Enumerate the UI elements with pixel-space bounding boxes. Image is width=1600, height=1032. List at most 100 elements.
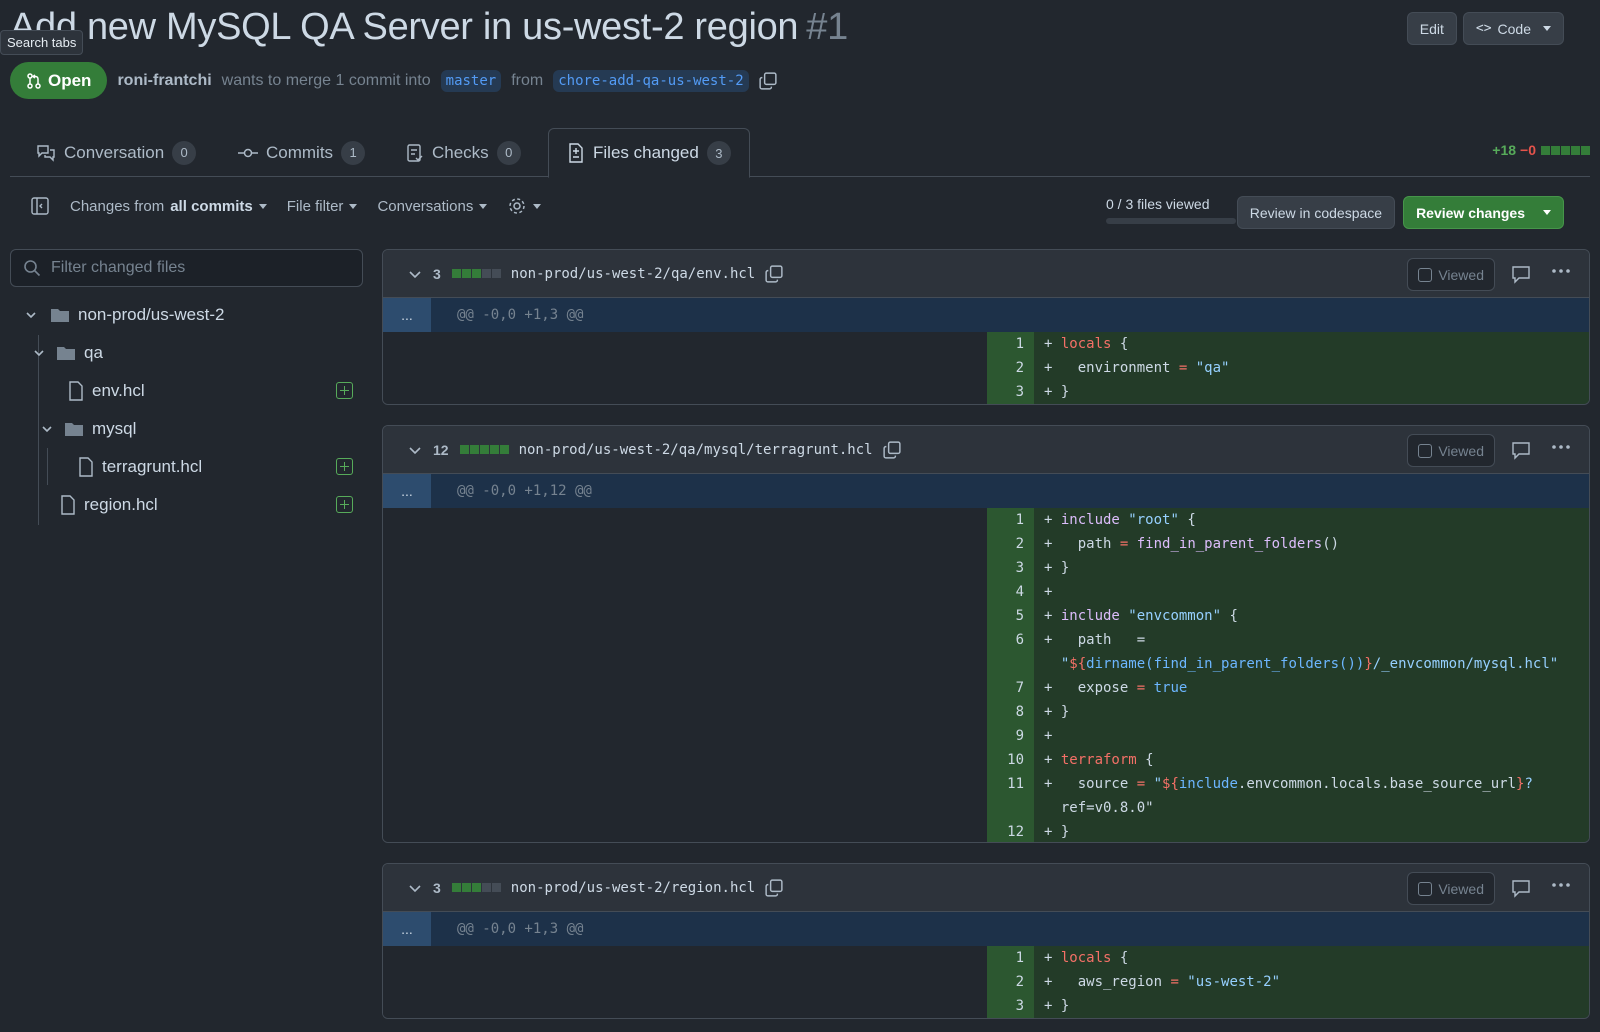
viewed-checkbox[interactable]: Viewed: [1407, 872, 1495, 905]
diff-line: 11 + source = "${include.envcommon.locals…: [987, 772, 1589, 796]
commit-icon: [238, 148, 258, 157]
expand-hunk-button[interactable]: ...: [383, 912, 431, 946]
line-code: + }: [1034, 380, 1589, 404]
author-link[interactable]: roni-frantchi: [117, 72, 211, 90]
tab-conversation[interactable]: Conversation 0: [18, 128, 214, 177]
comment-icon[interactable]: [1511, 878, 1531, 898]
edit-button[interactable]: Edit: [1406, 12, 1457, 45]
line-number[interactable]: 3: [987, 994, 1034, 1018]
comment-discussion-icon: [37, 144, 55, 162]
kebab-horizontal-icon[interactable]: [1551, 882, 1571, 888]
line-code: + }: [1034, 994, 1589, 1018]
line-number[interactable]: 11: [987, 772, 1034, 796]
diff-toolbar: Changes from all commits File filter Con…: [30, 196, 542, 216]
copy-icon[interactable]: [882, 440, 901, 459]
filter-changed-files: [10, 249, 363, 287]
line-number[interactable]: 1: [987, 508, 1034, 532]
header-actions: Edit <> Code: [1406, 12, 1564, 45]
kebab-horizontal-icon[interactable]: [1551, 268, 1571, 274]
expand-hunk-button[interactable]: ...: [383, 298, 431, 332]
line-number[interactable]: 3: [987, 556, 1034, 580]
viewed-checkbox[interactable]: Viewed: [1407, 434, 1495, 467]
chevron-down-icon[interactable]: [407, 266, 423, 282]
pull-request-icon: [27, 72, 41, 89]
hunk-header: ... @@ -0,0 +1,12 @@: [383, 474, 1589, 508]
chevron-down-icon: [1543, 26, 1551, 31]
tree-file-terragrunt[interactable]: terragrunt.hcl: [10, 449, 363, 485]
tree-folder[interactable]: qa: [10, 335, 363, 371]
expand-hunk-button[interactable]: ...: [383, 474, 431, 508]
line-code: +: [1034, 724, 1589, 748]
copy-icon[interactable]: [765, 878, 783, 897]
line-number[interactable]: 6: [987, 628, 1034, 652]
copy-icon[interactable]: [765, 264, 783, 283]
tree-folder[interactable]: non-prod/us-west-2: [10, 297, 363, 333]
kebab-horizontal-icon[interactable]: [1551, 444, 1571, 450]
tree-file-region[interactable]: region.hcl: [10, 487, 363, 523]
sidebar-toggle-icon[interactable]: [30, 196, 50, 216]
settings-dropdown[interactable]: [507, 196, 542, 216]
line-code: + include "envcommon" {: [1034, 604, 1589, 628]
diff-right-pane: 1 + locals { 2 + aws_region = "us-west-2" …: [987, 946, 1589, 1018]
line-number[interactable]: 2: [987, 532, 1034, 556]
diff-line: 4 +: [987, 580, 1589, 604]
line-number[interactable]: 4: [987, 580, 1034, 604]
tree-folder[interactable]: mysql: [10, 411, 363, 447]
code-button[interactable]: <> Code: [1462, 12, 1564, 45]
line-number[interactable]: 12: [987, 820, 1034, 842]
diff-lines: 1 + include "root" { 2 + path = find_in_pa…: [383, 508, 1589, 842]
line-number[interactable]: 2: [987, 970, 1034, 994]
tab-files-changed[interactable]: Files changed 3: [548, 128, 750, 178]
line-number[interactable]: 5: [987, 604, 1034, 628]
tree-label: env.hcl: [92, 381, 145, 400]
line-number[interactable]: 9: [987, 724, 1034, 748]
tab-checks[interactable]: Checks 0: [388, 128, 539, 177]
line-code: + locals {: [1034, 946, 1589, 970]
file-filter-dropdown[interactable]: File filter: [287, 198, 358, 215]
line-number[interactable]: 10: [987, 748, 1034, 772]
conversations-dropdown[interactable]: Conversations: [377, 197, 488, 215]
code-brackets-icon: <>: [1475, 21, 1492, 36]
file-path[interactable]: non-prod/us-west-2/region.hcl: [511, 880, 755, 896]
code-label: Code: [1497, 20, 1531, 37]
file-filter-label: File filter: [286, 197, 344, 215]
diff-line: 2 + aws_region = "us-west-2": [987, 970, 1589, 994]
file-added-icon: [336, 458, 353, 475]
viewed-checkbox[interactable]: Viewed: [1407, 258, 1495, 291]
changes-from-dropdown[interactable]: Changes from all commits: [70, 198, 267, 215]
diff-line: 3 + }: [987, 994, 1589, 1018]
copy-icon[interactable]: [759, 71, 777, 90]
diff-line: 3 + }: [987, 380, 1589, 404]
viewed-label: Viewed: [1438, 266, 1484, 283]
chevron-down-icon[interactable]: [407, 442, 423, 458]
line-code: + terraform {: [1034, 748, 1589, 772]
comment-icon[interactable]: [1511, 264, 1531, 284]
file-path[interactable]: non-prod/us-west-2/qa/env.hcl: [511, 266, 755, 282]
file-icon: [79, 457, 93, 477]
from-text: from: [511, 71, 544, 89]
review-changes-button[interactable]: Review changes: [1403, 196, 1564, 229]
line-number[interactable]: 1: [987, 332, 1034, 356]
line-number[interactable]: 2: [987, 356, 1034, 380]
line-code: +: [1034, 580, 1589, 604]
line-code: + locals {: [1034, 332, 1589, 356]
tab-commits[interactable]: Commits 1: [220, 128, 383, 177]
line-number[interactable]: 1: [987, 946, 1034, 970]
changes-prefix: Changes from: [70, 197, 165, 215]
file-diff-icon: [569, 143, 583, 163]
base-branch[interactable]: master: [440, 69, 502, 92]
line-number[interactable]: 7: [987, 676, 1034, 700]
file-change-count: 3: [433, 265, 441, 282]
file-path[interactable]: non-prod/us-west-2/qa/mysql/terragrunt.h…: [519, 442, 873, 458]
line-number[interactable]: 8: [987, 700, 1034, 724]
tree-file-env[interactable]: env.hcl: [10, 373, 363, 409]
chevron-down-icon[interactable]: [407, 880, 423, 896]
tree-label: mysql: [92, 419, 137, 438]
line-number[interactable]: 3: [987, 380, 1034, 404]
comment-icon[interactable]: [1511, 440, 1531, 460]
conversations-label: Conversations: [377, 197, 474, 215]
review-in-codespace-button[interactable]: Review in codespace: [1236, 196, 1396, 229]
filter-input[interactable]: [51, 259, 341, 277]
head-branch[interactable]: chore-add-qa-us-west-2: [553, 69, 749, 92]
line-code: "${dirname(find_in_parent_folders())}/_e…: [1034, 652, 1589, 676]
